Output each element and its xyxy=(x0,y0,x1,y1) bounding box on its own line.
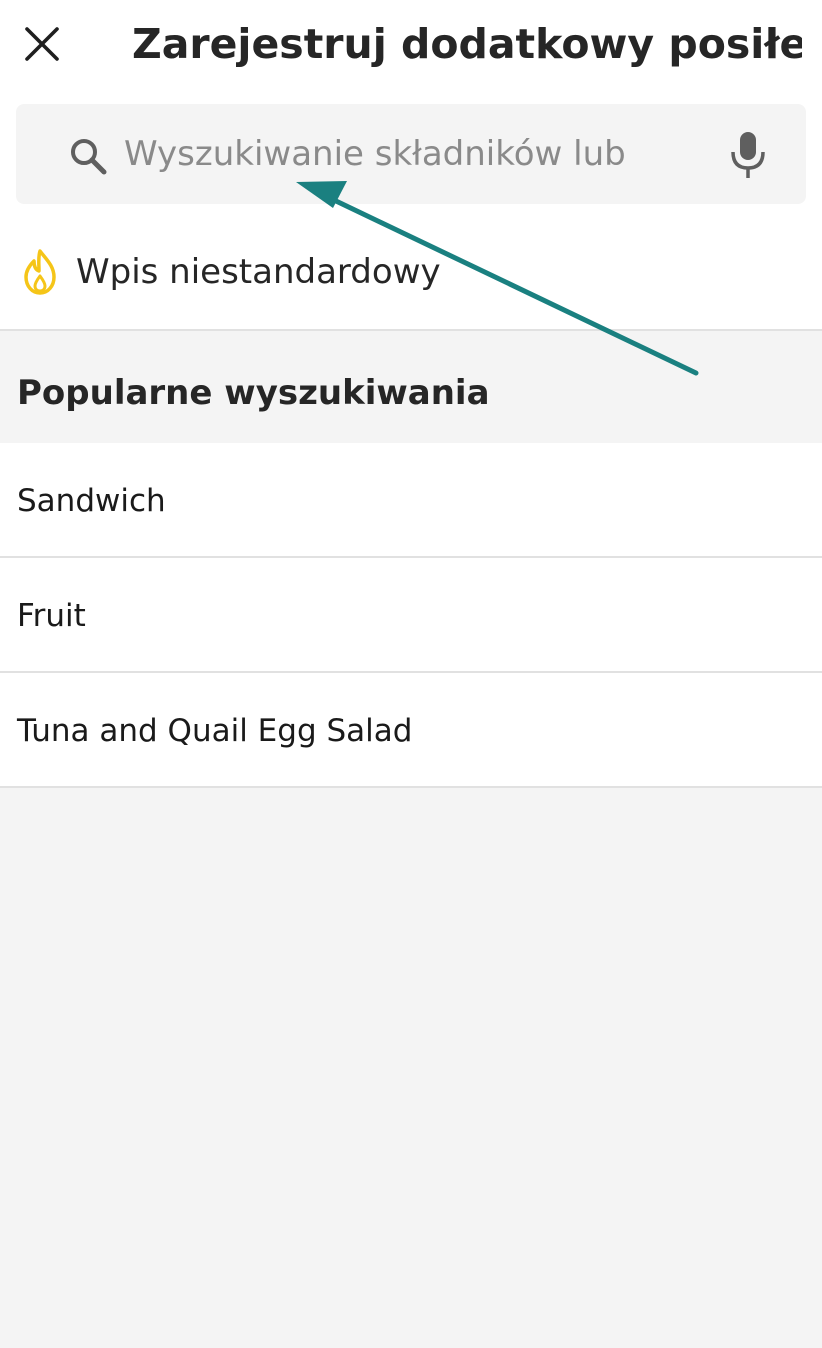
search-box[interactable] xyxy=(16,104,806,204)
popular-searches-list: Sandwich Fruit Tuna and Quail Egg Salad xyxy=(0,443,822,788)
screen: Zarejestruj dodatkowy posiłek Wpis niest… xyxy=(0,0,822,1348)
list-item-label: Tuna and Quail Egg Salad xyxy=(17,713,413,749)
list-item-label: Fruit xyxy=(17,598,86,634)
list-item[interactable]: Fruit xyxy=(0,558,822,673)
top-panel: Zarejestruj dodatkowy posiłek Wpis niest… xyxy=(0,0,822,331)
search-input[interactable] xyxy=(124,126,704,182)
section-title: Popularne wyszukiwania xyxy=(17,373,490,413)
custom-entry-label: Wpis niestandardowy xyxy=(76,252,441,292)
page-title: Zarejestruj dodatkowy posiłek xyxy=(132,20,802,68)
custom-entry-button[interactable]: Wpis niestandardowy xyxy=(0,230,822,314)
list-item[interactable]: Tuna and Quail Egg Salad xyxy=(0,673,822,788)
flame-icon xyxy=(24,249,56,295)
close-button[interactable] xyxy=(14,16,70,72)
list-item-label: Sandwich xyxy=(17,483,166,519)
close-icon xyxy=(25,27,59,61)
popular-searches-header: Popularne wyszukiwania xyxy=(0,331,822,443)
header: Zarejestruj dodatkowy posiłek xyxy=(0,0,822,92)
search-icon xyxy=(71,139,107,175)
mic-icon[interactable] xyxy=(726,130,770,180)
list-item[interactable]: Sandwich xyxy=(0,443,822,558)
